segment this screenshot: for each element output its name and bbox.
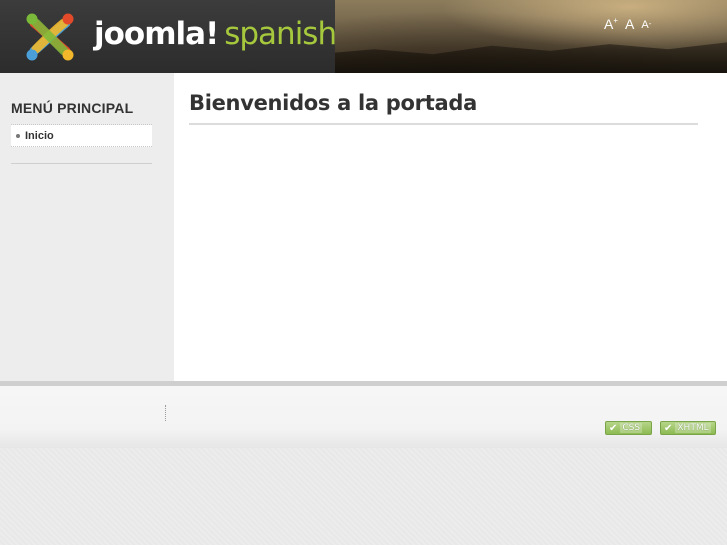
site-header: joomla! spanish A+ A A- xyxy=(0,0,727,73)
left-sidebar: MENÚ PRINCIPAL Inicio xyxy=(0,73,174,381)
valid-xhtml-badge[interactable]: ✔ XHTML xyxy=(660,421,716,435)
page-title: Bienvenidos a la portada xyxy=(189,91,477,115)
main-content: Bienvenidos a la portada xyxy=(174,73,727,381)
logo-suffix: spanish xyxy=(224,16,337,52)
font-decrease-mark: - xyxy=(648,19,652,28)
font-increase-mark: + xyxy=(613,16,619,25)
font-size-controls: A+ A A- xyxy=(604,16,651,32)
menu-item-label: Inicio xyxy=(25,129,54,142)
site-logo-text[interactable]: joomla! spanish xyxy=(94,14,337,54)
check-icon: ✔ xyxy=(609,422,618,434)
font-reset-button[interactable]: A xyxy=(625,16,634,32)
main-menu-title: MENÚ PRINCIPAL xyxy=(11,100,134,116)
font-increase-label: A xyxy=(604,16,614,32)
joomla-logo-icon[interactable] xyxy=(22,9,78,65)
menu-item-inicio[interactable]: Inicio xyxy=(11,125,152,147)
xhtml-badge-label: XHTML xyxy=(675,423,711,433)
site-footer: ✔ CSS ✔ XHTML xyxy=(0,386,727,448)
font-increase-button[interactable]: A+ xyxy=(604,16,618,32)
logo-word: joomla! xyxy=(94,16,219,52)
page-background xyxy=(0,448,727,545)
sidebar-divider xyxy=(11,163,152,164)
banner-hills xyxy=(335,42,727,73)
main-menu-list: Inicio xyxy=(11,124,152,147)
header-banner-image xyxy=(335,0,727,73)
valid-css-badge[interactable]: ✔ CSS xyxy=(605,421,652,435)
title-divider xyxy=(189,123,698,125)
bullet-icon xyxy=(16,133,20,138)
font-decrease-button[interactable]: A- xyxy=(641,19,651,31)
font-decrease-label: A xyxy=(641,19,649,31)
footer-divider xyxy=(165,405,166,421)
check-icon: ✔ xyxy=(664,422,673,434)
css-badge-label: CSS xyxy=(620,423,643,433)
